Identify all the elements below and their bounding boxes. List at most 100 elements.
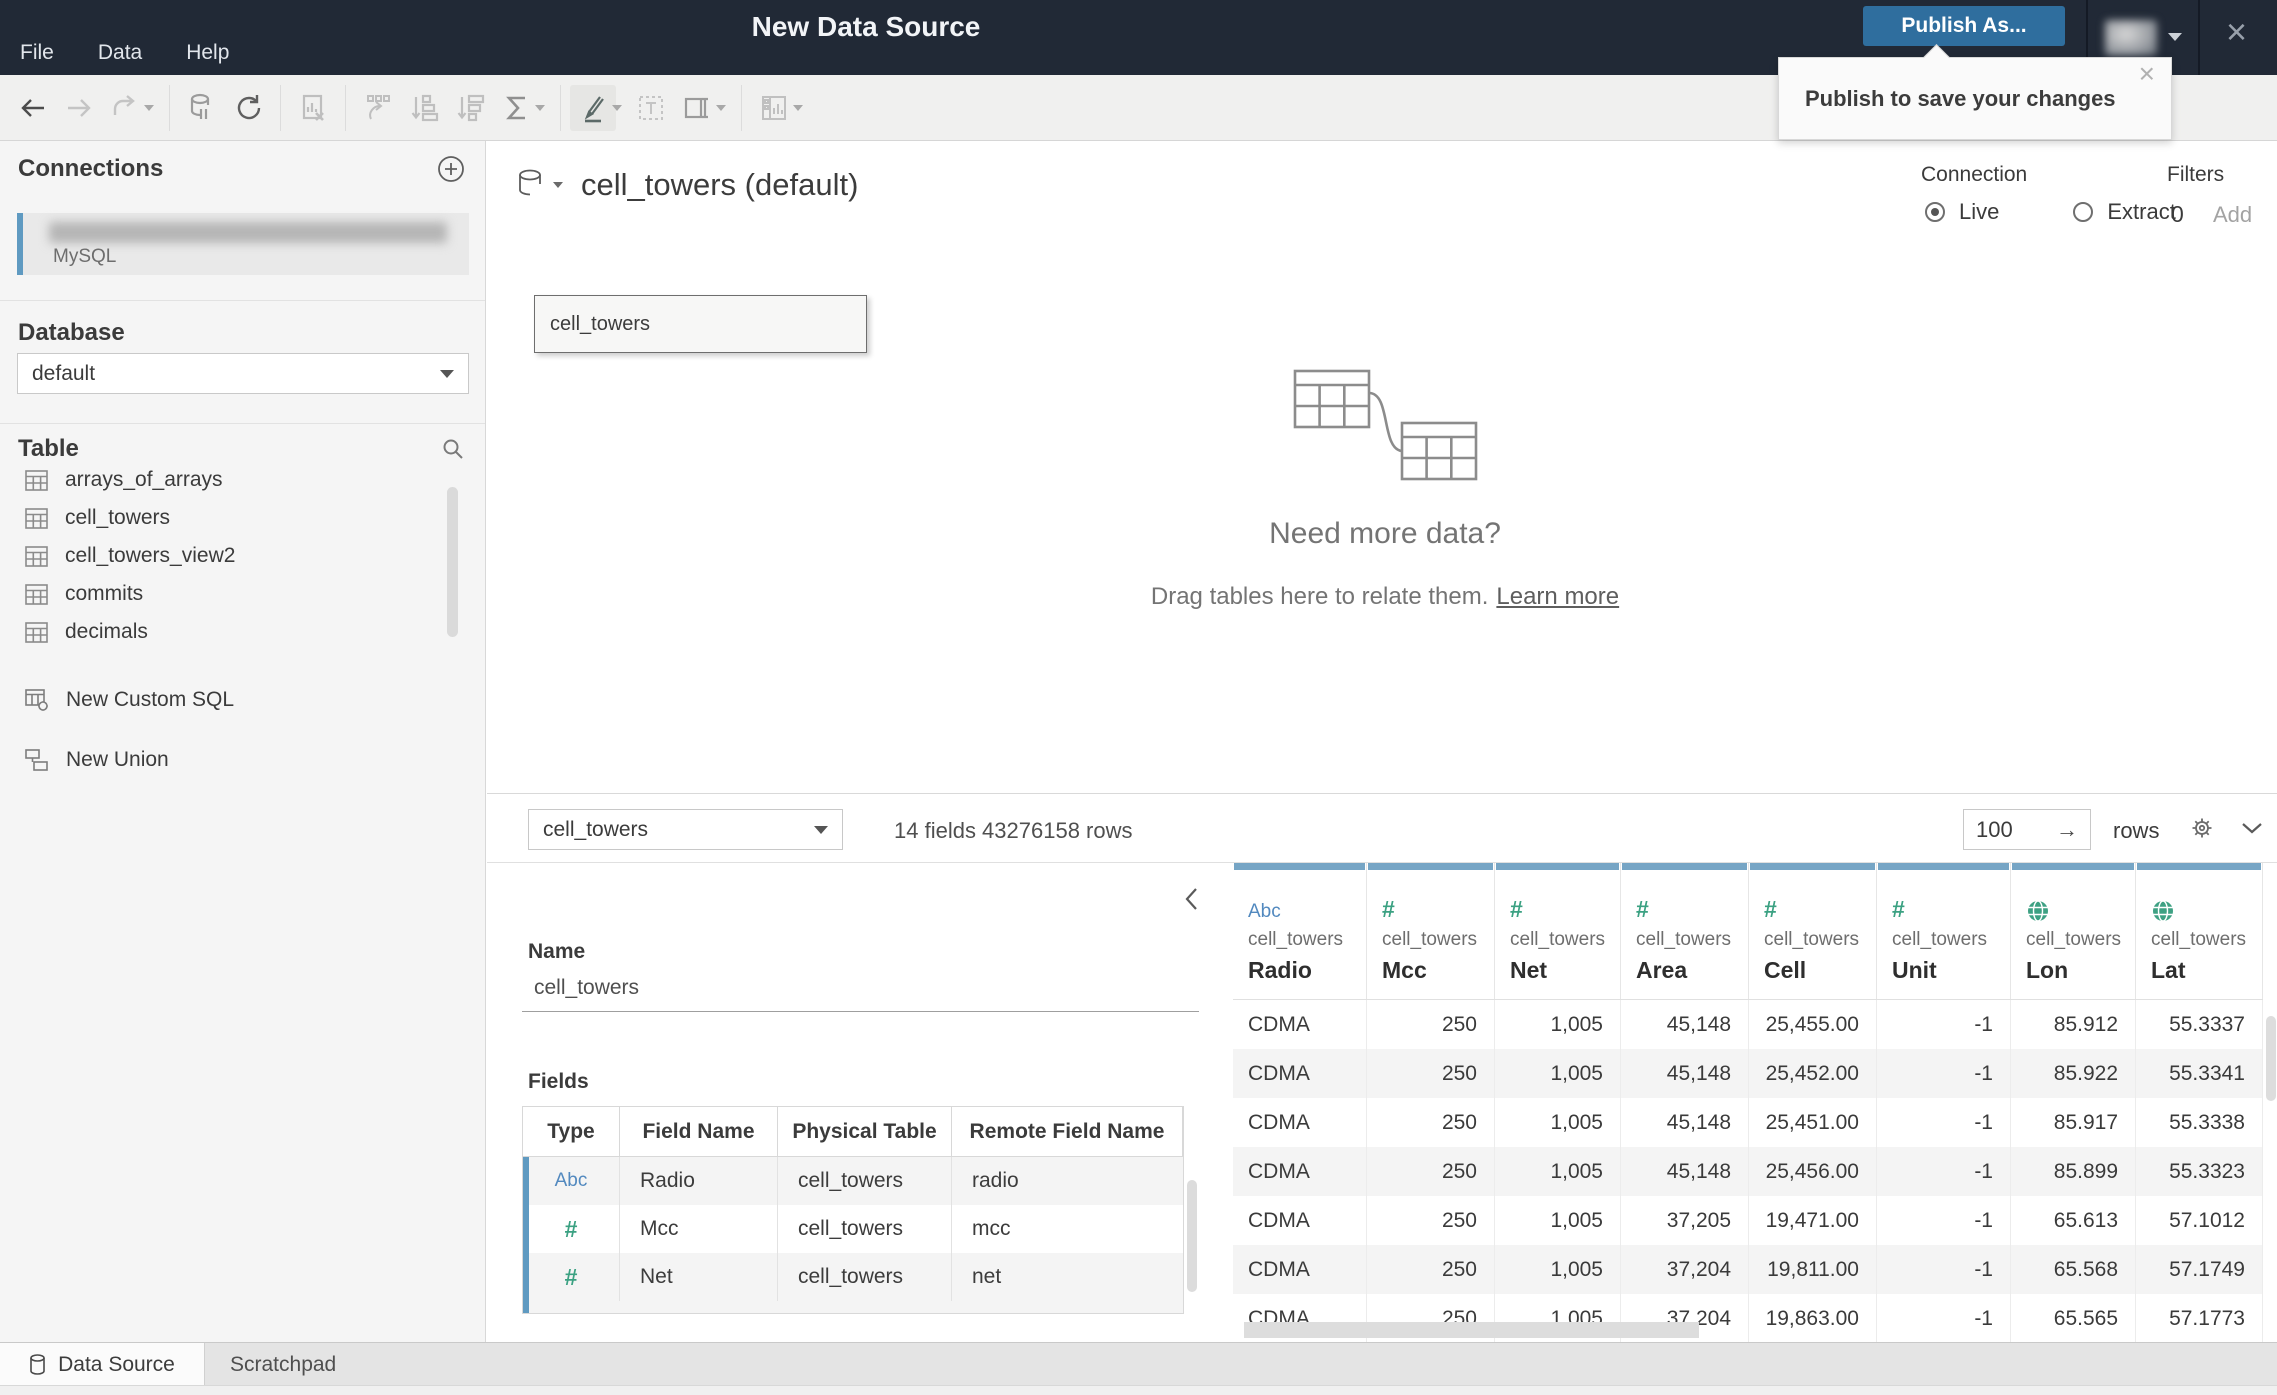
grid-table-select[interactable]: cell_towers <box>528 809 843 850</box>
fields-row[interactable]: Abc Radio cell_towers radio <box>523 1157 1183 1205</box>
menu-file[interactable]: File <box>20 41 54 65</box>
grid-vertical-scrollbar[interactable] <box>2266 1016 2276 1101</box>
fields-row[interactable]: # Net cell_towers net <box>523 1253 1183 1301</box>
table-list-item[interactable]: cell_towers_view2 <box>0 537 485 575</box>
table-list-item[interactable]: decimals <box>0 613 485 651</box>
pause-updates-icon[interactable] <box>179 85 225 131</box>
grid-horizontal-scrollbar[interactable] <box>1244 1322 1699 1338</box>
window-close-icon[interactable]: × <box>2226 14 2247 50</box>
grid-column-header-radio[interactable]: Abc cell_towers Radio <box>1233 863 1367 999</box>
grid-collapse-chevron-icon[interactable] <box>2241 822 2263 834</box>
name-value[interactable]: cell_towers <box>534 976 639 1000</box>
new-union[interactable]: New Union <box>0 741 485 779</box>
toolbar-separator <box>560 84 561 131</box>
fields-table-scrollbar[interactable] <box>1187 1180 1197 1292</box>
filters-add-link[interactable]: Add <box>2213 202 2252 228</box>
table-name-label: cell_towers <box>65 506 171 529</box>
canvas-table-node[interactable]: cell_towers <box>534 295 867 353</box>
row-count-input[interactable] <box>1976 816 2046 843</box>
live-label[interactable]: Live <box>1959 199 1999 225</box>
details-collapse-icon[interactable] <box>1184 887 1198 911</box>
physical-table-cell: cell_towers <box>778 1157 952 1205</box>
user-avatar[interactable] <box>2105 20 2157 56</box>
undo-icon[interactable] <box>10 85 56 131</box>
connection-item-mysql[interactable]: MySQL <box>17 213 469 275</box>
number-type-icon: # <box>1636 896 1649 922</box>
database-select[interactable]: default <box>17 353 469 394</box>
relate-tables-illustration <box>1293 369 1477 481</box>
refresh-icon[interactable] <box>225 85 271 131</box>
grid-column-header-lat[interactable]: cell_towers Lat <box>2136 863 2263 999</box>
show-me-panel-icon[interactable] <box>751 85 797 131</box>
tab-scratchpad[interactable]: Scratchpad <box>230 1343 336 1386</box>
empty-state-body: Drag tables here to relate them. <box>1150 583 1489 610</box>
database-header: Database <box>18 319 125 346</box>
totals-sigma-icon[interactable] <box>493 85 539 131</box>
table-list-scrollbar[interactable] <box>447 487 458 637</box>
fields-col-field-name: Field Name <box>620 1107 778 1156</box>
filters-count: 0 <box>2171 201 2184 227</box>
text-annotation-icon[interactable] <box>628 85 674 131</box>
replay-icon[interactable] <box>102 85 148 131</box>
number-type-icon: # <box>1510 896 1523 922</box>
cell-area: 45,148 <box>1621 1147 1749 1196</box>
datasource-caret-down-icon[interactable] <box>553 182 563 188</box>
grid-column-header-net[interactable]: # cell_towers Net <box>1495 863 1621 999</box>
extract-radio[interactable] <box>2073 202 2094 222</box>
datasource-database-icon[interactable] <box>517 169 543 201</box>
cell-net: 1,005 <box>1495 1147 1621 1196</box>
table-list-item[interactable]: commits <box>0 575 485 613</box>
add-connection-icon[interactable] <box>437 155 465 183</box>
cell-mcc: 250 <box>1367 1147 1495 1196</box>
publish-as-button[interactable]: Publish As... <box>1863 6 2065 46</box>
highlight-caret-down-icon[interactable] <box>612 104 622 111</box>
tooltip-text: Publish to save your changes <box>1805 86 2116 111</box>
table-search-icon[interactable] <box>441 437 465 461</box>
menu-bar: File Data Help <box>20 41 229 65</box>
cell-lon: 85.912 <box>2011 1000 2136 1049</box>
fit-size-icon[interactable] <box>674 85 720 131</box>
show-me-caret-down-icon[interactable] <box>793 104 803 111</box>
grid-column-header-unit[interactable]: # cell_towers Unit <box>1877 863 2011 999</box>
sort-descending-icon[interactable] <box>447 85 493 131</box>
tooltip-close-icon[interactable]: × <box>2139 60 2155 88</box>
custom-sql-icon <box>25 689 48 711</box>
menu-data[interactable]: Data <box>98 41 142 65</box>
datasource-title[interactable]: cell_towers (default) <box>581 167 858 203</box>
totals-caret-down-icon[interactable] <box>535 104 545 111</box>
grid-column-header-area[interactable]: # cell_towers Area <box>1621 863 1749 999</box>
apply-row-count-icon[interactable]: → <box>2056 817 2078 843</box>
replay-caret-down-icon[interactable] <box>144 104 154 111</box>
fit-size-caret-down-icon[interactable] <box>716 104 726 111</box>
toolbar-separator <box>741 84 742 131</box>
table-icon <box>25 621 48 643</box>
fields-row[interactable]: # Mcc cell_towers mcc <box>523 1205 1183 1253</box>
column-name-label: Area <box>1636 957 1688 983</box>
sort-ascending-icon[interactable] <box>401 85 447 131</box>
grid-column-header-mcc[interactable]: # cell_towers Mcc <box>1367 863 1495 999</box>
menu-help[interactable]: Help <box>186 41 229 65</box>
number-type-icon: # <box>1892 896 1905 922</box>
cell-net: 1,005 <box>1495 1000 1621 1049</box>
avatar-caret-down-icon[interactable] <box>2168 33 2182 41</box>
new-custom-sql[interactable]: New Custom SQL <box>0 681 485 719</box>
grid-settings-gear-icon[interactable] <box>2187 813 2217 843</box>
learn-more-link[interactable]: Learn more <box>1496 583 1619 610</box>
extract-label[interactable]: Extract <box>2107 199 2175 225</box>
redo-icon[interactable] <box>56 85 102 131</box>
swap-rows-columns-icon[interactable] <box>355 85 401 131</box>
toolbar-separator <box>169 84 170 131</box>
highlight-icon[interactable] <box>570 84 616 131</box>
tab-data-source[interactable]: Data Source <box>0 1343 205 1386</box>
table-list-item[interactable]: cell_towers <box>0 499 485 537</box>
cell-lon: 65.568 <box>2011 1245 2136 1294</box>
grid-data-row: CDMA 250 1,005 45,148 25,455.00 -1 85.91… <box>1233 1000 2263 1049</box>
table-list-item[interactable]: arrays_of_arrays <box>0 461 485 499</box>
live-radio[interactable] <box>1925 202 1945 222</box>
rows-label: rows <box>2113 818 2160 843</box>
column-table-label: cell_towers <box>1510 929 1606 950</box>
clear-sheet-icon[interactable] <box>290 85 336 131</box>
grid-column-header-lon[interactable]: cell_towers Lon <box>2011 863 2136 999</box>
empty-state-heading: Need more data? <box>1269 517 1501 550</box>
grid-column-header-cell[interactable]: # cell_towers Cell <box>1749 863 1877 999</box>
